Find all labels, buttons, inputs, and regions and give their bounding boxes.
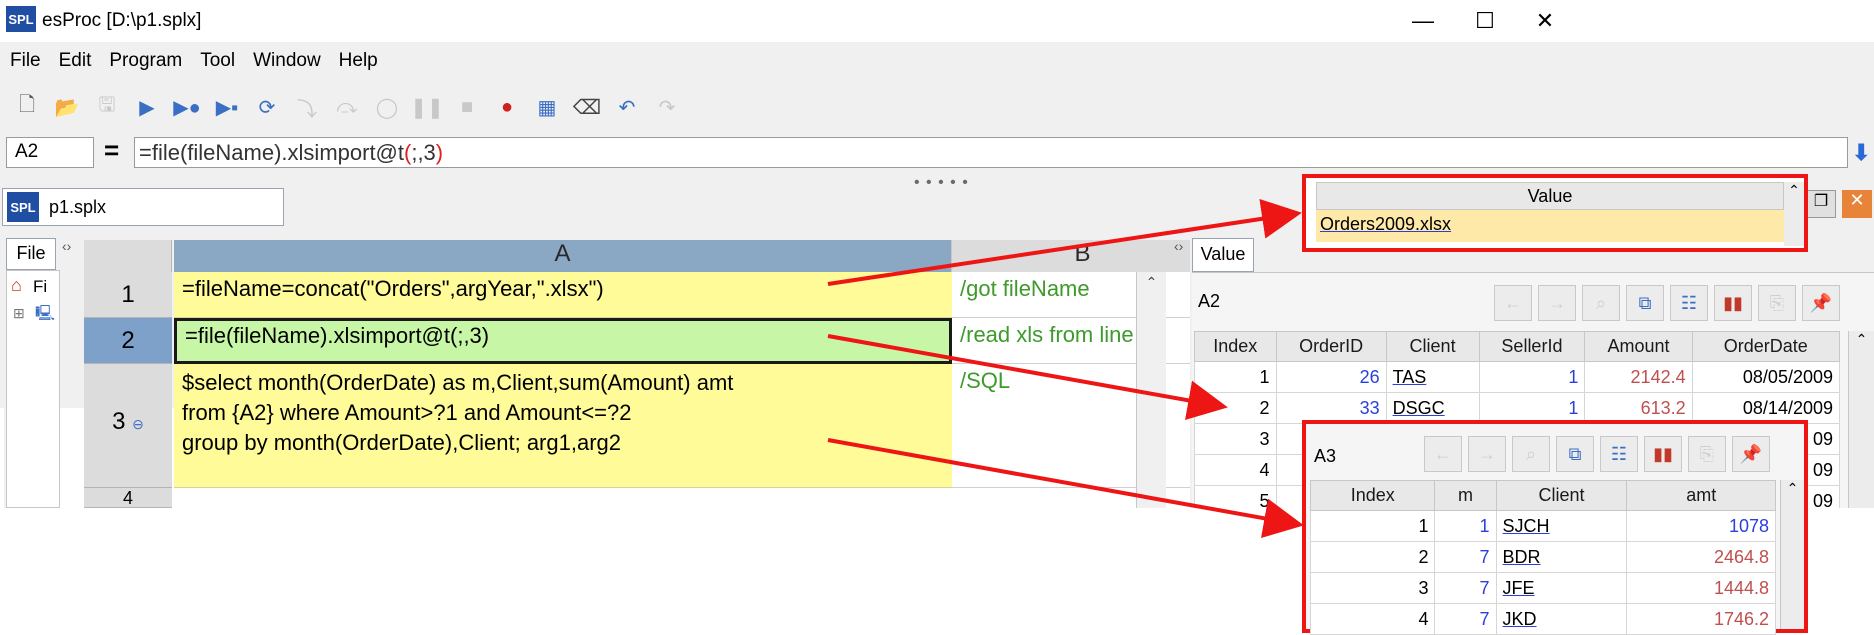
table-cell: 1078 <box>1626 510 1776 542</box>
table-row[interactable]: 3 7 JFE 1444.8 <box>1309 572 1776 604</box>
a3-scrollbar[interactable]: ⌃ <box>1780 480 1804 629</box>
table-cell: 1 <box>1434 510 1497 542</box>
chart-icon[interactable]: ▮▮ <box>1644 436 1682 472</box>
column-header[interactable]: Client <box>1495 480 1628 511</box>
table-cell: 2464.8 <box>1626 541 1776 573</box>
table-cell: BDR <box>1495 541 1628 573</box>
copy-icon[interactable]: ⧉ <box>1556 436 1594 472</box>
value-callout-cell[interactable]: Orders2009.xlsx <box>1316 210 1784 242</box>
pin-icon[interactable]: 📌 <box>1732 436 1770 472</box>
table-view-icon[interactable]: ☷ <box>1600 436 1638 472</box>
table-row[interactable]: 2 7 BDR 2464.8 <box>1309 541 1776 573</box>
a3-cell-label: A3 <box>1314 446 1337 466</box>
a3-toolbar: ← → ⌕ ⧉ ☷ ▮▮ ⎘ 📌 <box>1424 436 1770 472</box>
table-cell: 2 <box>1309 541 1436 573</box>
arrow-a3-to-result <box>827 438 1304 539</box>
a3-result-callout: A3 ← → ⌕ ⧉ ☷ ▮▮ ⎘ 📌 Index m Client amt 1… <box>1302 420 1808 635</box>
value-callout: Value Orders2009.xlsx ⌃ <box>1302 174 1808 252</box>
table-row[interactable]: 1 1 SJCH 1078 <box>1309 510 1776 542</box>
column-header[interactable]: m <box>1434 480 1497 511</box>
value-callout-header: Value <box>1316 182 1784 210</box>
table-cell: 4 <box>1309 603 1436 635</box>
table-cell: 1746.2 <box>1626 603 1776 635</box>
table-cell: JFE <box>1495 572 1628 604</box>
arrow-a1-to-value <box>827 198 1302 286</box>
table-cell: 7 <box>1434 572 1497 604</box>
export-icon[interactable]: ⎘ <box>1688 436 1726 472</box>
table-cell: 7 <box>1434 541 1497 573</box>
a3-result-table: Index m Client amt 1 1 SJCH 1078 2 7 BDR… <box>1309 480 1776 635</box>
table-cell: SJCH <box>1495 510 1628 542</box>
inspect-icon[interactable]: ⌕ <box>1512 436 1550 472</box>
value-callout-text: Orders2009.xlsx <box>1320 214 1452 234</box>
scroll-up-icon[interactable]: ⌃ <box>1781 480 1804 497</box>
table-cell: 7 <box>1434 603 1497 635</box>
table-cell: 1 <box>1309 510 1436 542</box>
forward-icon[interactable]: → <box>1468 436 1506 472</box>
value-callout-scroll-icon[interactable]: ⌃ <box>1784 182 1804 246</box>
table-cell: JKD <box>1495 603 1628 635</box>
arrow-a2-to-table <box>827 334 1228 421</box>
table-row[interactable]: 4 7 JKD 1746.2 <box>1309 603 1776 635</box>
table-cell: 3 <box>1309 572 1436 604</box>
column-header[interactable]: Index <box>1309 480 1436 511</box>
table-cell: 1444.8 <box>1626 572 1776 604</box>
column-header[interactable]: amt <box>1626 480 1776 511</box>
back-icon[interactable]: ← <box>1424 436 1462 472</box>
